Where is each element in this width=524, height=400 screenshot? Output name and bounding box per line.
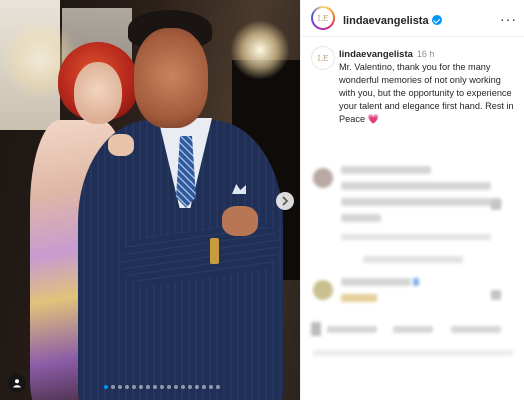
carousel-dot [104, 385, 108, 389]
more-options-button[interactable]: ··· [500, 11, 517, 27]
comment-avatar [313, 280, 333, 300]
comment-blurred [341, 182, 491, 190]
caption-avatar[interactable]: LE [311, 46, 335, 70]
man-face [134, 28, 208, 128]
header-username[interactable]: lindaevangelista [343, 15, 429, 27]
tagged-people-button[interactable] [8, 374, 26, 392]
verified-badge-icon [431, 15, 442, 25]
carousel-dot [181, 385, 185, 389]
comment-blurred [341, 198, 501, 206]
carousel-dot [167, 385, 171, 389]
avatar-story-ring[interactable]: LE [311, 6, 335, 30]
caption-text: Mr. Valentino, thank you for the many wo… [339, 62, 514, 125]
carousel-dot [160, 385, 164, 389]
background-light [230, 20, 290, 80]
carousel-dot [118, 385, 122, 389]
post-time[interactable]: 16 h [417, 49, 435, 59]
comment-avatar [311, 322, 321, 336]
comment-blurred [313, 350, 513, 356]
woman-hand [108, 134, 134, 156]
chevron-right-icon [282, 196, 289, 206]
carousel-dot [195, 385, 199, 389]
carousel-dot [174, 385, 178, 389]
carousel-dot [139, 385, 143, 389]
woman-face [74, 62, 122, 124]
heart-emoji: 💗 [367, 114, 380, 125]
comment-emoji-blurred [341, 294, 377, 302]
carousel-dot [153, 385, 157, 389]
comment-like-blurred [491, 200, 501, 210]
comment-blurred [341, 166, 431, 174]
carousel-next-button[interactable] [276, 192, 294, 210]
view-replies-blurred [363, 256, 463, 263]
comment-blurred [341, 278, 411, 286]
comment-blurred [341, 214, 381, 222]
carousel-indicator [104, 385, 220, 389]
wrist-watch [210, 238, 219, 264]
carousel-dot [132, 385, 136, 389]
post-photo[interactable] [0, 0, 300, 400]
post-caption: lindaevangelista 16 h Mr. Valentino, than… [339, 48, 519, 127]
comment-blurred [327, 326, 377, 333]
avatar-logo: LE [317, 53, 329, 63]
carousel-dot [111, 385, 115, 389]
carousel-dot [216, 385, 220, 389]
post-header: LE lindaevangelista ··· [301, 0, 524, 37]
carousel-dot [125, 385, 129, 389]
comment-meta-blurred [341, 234, 491, 240]
carousel-dot [202, 385, 206, 389]
man-hand [222, 206, 258, 236]
carousel-dot [209, 385, 213, 389]
header-user: lindaevangelista [343, 11, 442, 29]
comment-blurred [451, 326, 501, 333]
avatar: LE [313, 8, 333, 28]
comment-blurred [413, 278, 419, 286]
comment-avatar [313, 168, 333, 188]
post-side-panel: LE lindaevangelista ··· LE lindaevangeli… [300, 0, 524, 400]
carousel-dot [146, 385, 150, 389]
person-tag-icon [13, 379, 21, 388]
caption-username[interactable]: lindaevangelista [339, 49, 413, 60]
comment-blurred [393, 326, 433, 333]
comment-like-blurred [491, 290, 501, 300]
carousel-dot [188, 385, 192, 389]
avatar-logo: LE [317, 13, 329, 23]
